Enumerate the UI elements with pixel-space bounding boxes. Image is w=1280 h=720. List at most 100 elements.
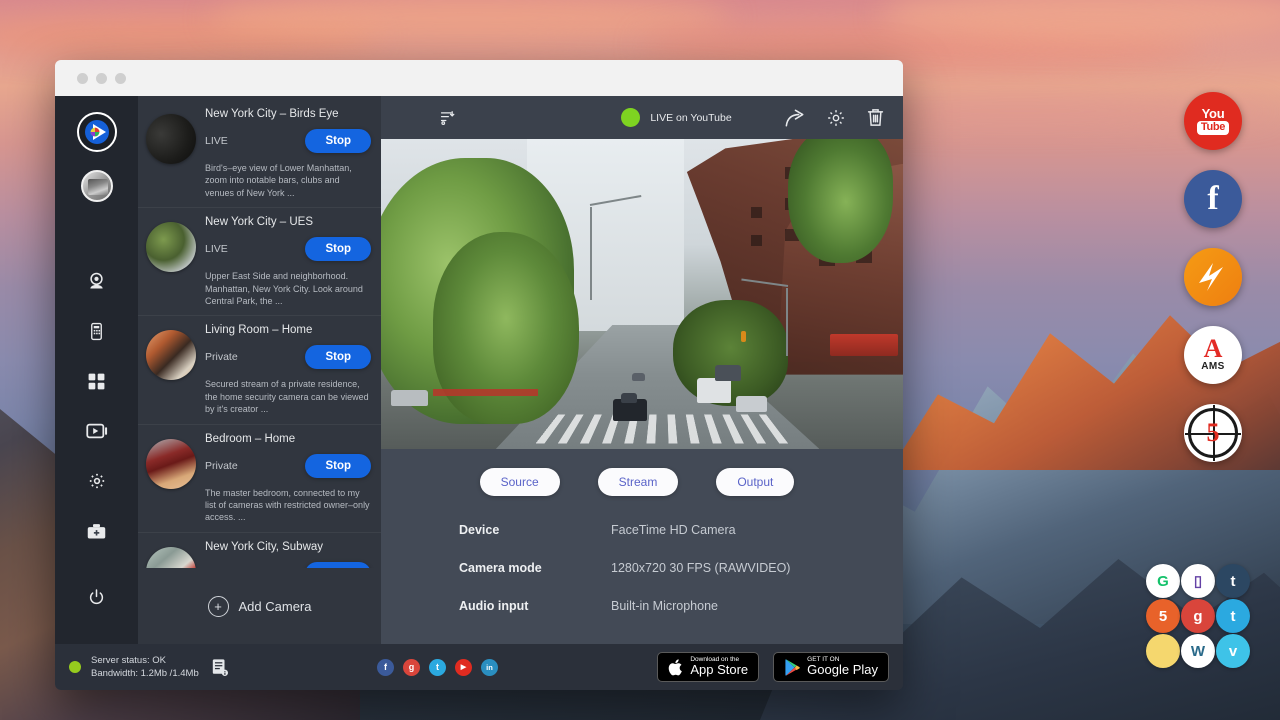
google-play-large: Google Play — [807, 663, 878, 677]
server-status-dot — [69, 661, 81, 673]
detail-value[interactable]: Built-in Microphone — [611, 599, 718, 613]
app-store-badge[interactable]: Download on the App Store — [657, 652, 759, 682]
dock-small-icon-tumblr[interactable]: t — [1216, 564, 1250, 598]
camera-title: New York City – UES — [205, 216, 371, 228]
dock-small-icon-sun[interactable] — [1146, 634, 1180, 668]
tab-source[interactable]: Source — [480, 468, 560, 496]
camera-thumbnail — [146, 547, 196, 568]
camera-list-item[interactable]: New York City – Birds Eye LIVE Stop Bird… — [138, 100, 381, 208]
google-play-badge[interactable]: GET IT ON Google Play — [773, 652, 889, 682]
social-twitter[interactable]: t — [429, 659, 446, 676]
cloud-streak — [0, 14, 380, 58]
tab-stream[interactable]: Stream — [598, 468, 679, 496]
camera-list-item[interactable]: New York City, Subway Offline Start New … — [138, 533, 381, 568]
dock-small-icon-five[interactable]: 5 — [1146, 599, 1180, 633]
adobe-a-letter: A — [1204, 338, 1223, 360]
toolbar-left — [399, 109, 569, 126]
red-barrier — [433, 389, 537, 397]
crosswalk — [536, 414, 790, 443]
dock-icon-adobe-ams[interactable]: A AMS — [1184, 326, 1242, 384]
dock-small-icon-google-plus[interactable]: g — [1181, 599, 1215, 633]
server-status-group: Server status: OK Bandwidth: 1.2Mb /1.4M… — [69, 654, 359, 680]
sidebar-item-settings[interactable] — [75, 456, 119, 506]
dock-icon-five-target[interactable]: 5 — [1184, 404, 1242, 462]
camera-list-item[interactable]: Living Room – Home Private Stop Secured … — [138, 316, 381, 424]
camera-action-button[interactable]: Stop — [305, 129, 371, 153]
desktop-dock: You Tube f A AMS 5 — [1184, 92, 1242, 462]
log-document-icon[interactable] — [211, 658, 229, 677]
camera-list-item[interactable]: New York City – UES LIVE Stop Upper East… — [138, 208, 381, 316]
sidebar-item-support[interactable] — [75, 506, 119, 556]
dock-icon-facebook[interactable]: f — [1184, 170, 1242, 228]
camera-description: Secured stream of a private residence, t… — [205, 378, 371, 415]
camera-info: New York City, Subway Offline Start New … — [205, 541, 371, 568]
dock-icon-wowza[interactable] — [1184, 248, 1242, 306]
social-facebook[interactable]: f — [377, 659, 394, 676]
share-arrow-icon[interactable] — [784, 108, 806, 128]
camera-title: Living Room – Home — [205, 324, 371, 336]
store-badges: Download on the App Store GET IT ON Goog… — [657, 652, 889, 682]
detail-row-camera-mode: Camera mode 1280x720 30 FPS (RAWVIDEO) — [459, 561, 903, 575]
add-camera-label: Add Camera — [239, 599, 312, 614]
sidebar-item-camera[interactable] — [75, 256, 119, 306]
five-glyph: 5 — [1207, 418, 1220, 448]
camera-list-item[interactable]: Bedroom – Home Private Stop The master b… — [138, 425, 381, 533]
camera-action-button[interactable]: Stop — [305, 237, 371, 261]
live-status-label: LIVE on YouTube — [650, 112, 731, 124]
camera-action-button[interactable]: Stop — [305, 345, 371, 369]
webcam-icon — [86, 271, 107, 292]
desktop: You Tube f A AMS 5 G ▯ t 5 — [0, 0, 1280, 720]
plus-icon: + — [208, 596, 229, 617]
detail-label: Camera mode — [459, 561, 611, 575]
detail-value[interactable]: 1280x720 30 FPS (RAWVIDEO) — [611, 561, 790, 575]
camera-thumbnail — [146, 330, 196, 380]
camera-info: Living Room – Home Private Stop Secured … — [205, 324, 371, 415]
trash-icon[interactable] — [866, 107, 885, 128]
dock-small-icon-wordpress[interactable]: W — [1181, 634, 1215, 668]
camera-status: LIVE — [205, 243, 228, 255]
app-store-large: App Store — [690, 663, 748, 677]
truck — [697, 378, 731, 403]
dock-small-icon-grammarly[interactable]: G — [1146, 564, 1180, 598]
dock-small-icon-twitch[interactable]: ▯ — [1181, 564, 1215, 598]
twitch-glyph: ▯ — [1194, 572, 1202, 590]
window-close-button[interactable] — [77, 73, 88, 84]
camera-status-row: Private Stop — [205, 345, 371, 369]
cloud-streak — [880, 0, 1280, 42]
youtube-bottom-label: Tube — [1197, 121, 1229, 135]
user-avatar-icon[interactable] — [81, 170, 113, 202]
tab-output[interactable]: Output — [716, 468, 794, 496]
social-linkedin[interactable]: in — [481, 659, 498, 676]
camera-list[interactable]: New York City – Birds Eye LIVE Stop Bird… — [138, 96, 381, 568]
camera-panel: New York City – Birds Eye LIVE Stop Bird… — [138, 96, 381, 644]
gear-icon[interactable] — [826, 108, 846, 128]
sidebar-item-power[interactable] — [75, 572, 119, 622]
camera-action-button[interactable]: Stop — [305, 454, 371, 478]
sidebar-item-grid[interactable] — [75, 356, 119, 406]
tree-mid — [673, 300, 788, 405]
sort-filter-icon[interactable] — [439, 109, 456, 126]
social-google-plus[interactable]: g — [403, 659, 420, 676]
sidebar-item-media[interactable] — [75, 406, 119, 456]
window-minimize-button[interactable] — [96, 73, 107, 84]
video-preview[interactable] — [381, 139, 903, 449]
app-logo-icon[interactable] — [77, 112, 117, 152]
detail-label: Device — [459, 523, 611, 537]
dock-icon-youtube[interactable]: You Tube — [1184, 92, 1242, 150]
camera-description: Bird's–eye view of Lower Manhattan, zoom… — [205, 162, 371, 199]
main-toolbar: LIVE on YouTube — [381, 96, 903, 139]
add-camera-button[interactable]: + Add Camera — [138, 568, 381, 644]
detail-value[interactable]: FaceTime HD Camera — [611, 523, 736, 537]
first-aid-kit-icon — [86, 521, 107, 542]
sidebar-item-device[interactable] — [75, 306, 119, 356]
camera-status: LIVE — [205, 135, 228, 147]
window — [751, 235, 762, 246]
social-youtube[interactable]: ▶ — [455, 659, 472, 676]
linkedin-glyph: in — [486, 663, 493, 672]
camera-status-row: LIVE Stop — [205, 237, 371, 261]
live-indicator: LIVE on YouTube — [583, 108, 770, 127]
dock-small-icon-vimeo[interactable]: v — [1216, 634, 1250, 668]
dock-small-icon-twitter[interactable]: t — [1216, 599, 1250, 633]
source-details: Device FaceTime HD Camera Camera mode 12… — [381, 515, 903, 644]
window-zoom-button[interactable] — [115, 73, 126, 84]
